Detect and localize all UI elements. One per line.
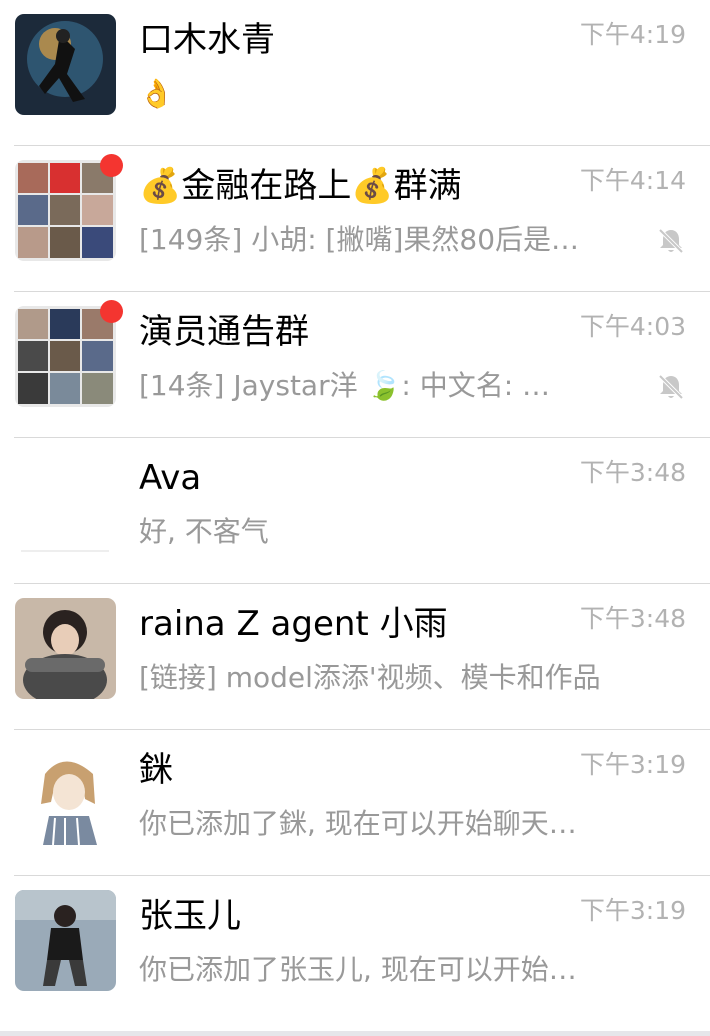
- chat-preview: [14条] Jaystar洋 🍃: 中文名: …: [139, 369, 551, 402]
- chat-name: Ava: [139, 458, 202, 498]
- chat-time: 下午4:03: [579, 312, 686, 341]
- avatar[interactable]: [15, 598, 116, 699]
- avatar[interactable]: [15, 744, 116, 845]
- avatar[interactable]: [15, 14, 116, 115]
- chat-preview: [链接] model添添'视频、模卡和作品: [139, 661, 601, 694]
- chat-row[interactable]: raina Z agent 小雨 下午3:48 [链接] model添添'视频、…: [0, 584, 710, 730]
- chat-list: 口木水青 下午4:19 👌 💰金融在路上💰群满 下午4:14 [149条] 小胡…: [0, 0, 710, 1036]
- chat-time: 下午3:48: [579, 604, 686, 633]
- chat-name: 銤: [139, 750, 173, 790]
- avatar-image: [15, 160, 116, 261]
- chat-time: 下午3:48: [579, 458, 686, 487]
- chat-row[interactable]: 演员通告群 下午4:03 [14条] Jaystar洋 🍃: 中文名: …: [0, 292, 710, 438]
- chat-name: 演员通告群: [139, 312, 309, 352]
- avatar[interactable]: [15, 452, 116, 553]
- chat-name: 张玉儿: [139, 896, 241, 936]
- chat-name: 💰金融在路上💰群满: [139, 166, 462, 206]
- avatar[interactable]: [15, 890, 116, 991]
- chat-row[interactable]: Ava 下午3:48 好, 不客气: [0, 438, 710, 584]
- bell-slash-icon: [656, 226, 686, 256]
- unread-badge: [100, 154, 123, 177]
- chat-time: 下午4:19: [579, 20, 686, 49]
- avatar-image: [15, 598, 116, 699]
- chat-preview: 好, 不客气: [139, 515, 269, 548]
- chat-row[interactable]: 张玉儿 下午3:19 你已添加了张玉儿, 现在可以开始…: [0, 876, 710, 1022]
- group-avatar[interactable]: [15, 160, 116, 261]
- chat-row[interactable]: 銤 下午3:19 你已添加了銤, 现在可以开始聊天…: [0, 730, 710, 876]
- bell-slash-icon: [656, 372, 686, 402]
- chat-name: 口木水青: [139, 20, 275, 60]
- chat-time: 下午3:19: [579, 896, 686, 925]
- avatar-image: [15, 14, 116, 115]
- avatar-image: [15, 744, 116, 845]
- chat-row[interactable]: 口木水青 下午4:19 👌: [0, 0, 710, 146]
- avatar-image: [15, 890, 116, 991]
- chat-preview: 👌: [139, 77, 174, 110]
- chat-time: 下午4:14: [579, 166, 686, 195]
- chat-time: 下午3:19: [579, 750, 686, 779]
- chat-preview: 你已添加了张玉儿, 现在可以开始…: [139, 953, 577, 986]
- unread-badge: [100, 300, 123, 323]
- chat-row[interactable]: 💰金融在路上💰群满 下午4:14 [149条] 小胡: [撇嘴]果然80后是…: [0, 146, 710, 292]
- group-avatar[interactable]: [15, 306, 116, 407]
- chat-preview: 你已添加了銤, 现在可以开始聊天…: [139, 807, 577, 840]
- avatar-image: [15, 306, 116, 407]
- chat-preview: [149条] 小胡: [撇嘴]果然80后是…: [139, 223, 580, 256]
- chat-name: raina Z agent 小雨: [139, 604, 448, 644]
- avatar-image: [15, 452, 116, 553]
- bottom-edge: [0, 1031, 710, 1036]
